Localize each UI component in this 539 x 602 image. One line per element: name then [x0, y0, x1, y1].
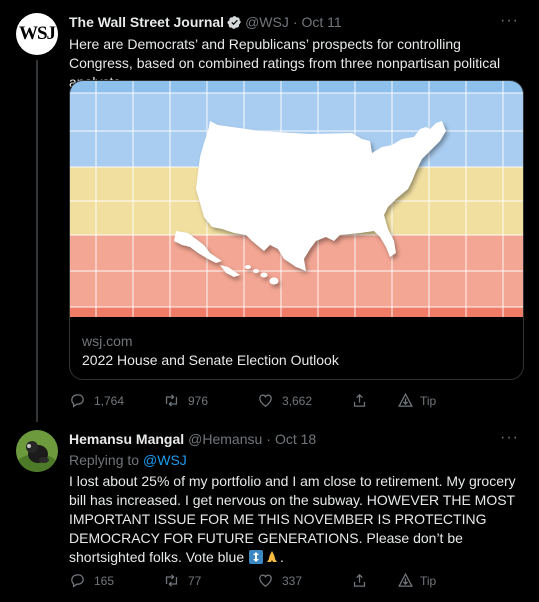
thread-line [36, 60, 38, 422]
up-down-arrow-emoji-icon [249, 550, 263, 564]
author-name[interactable]: The Wall Street Journal [69, 14, 224, 30]
tweet-reply[interactable]: Hemansu Mangal @Hemansu · Oct 18 ··· Rep… [0, 422, 539, 602]
tip-icon [398, 392, 413, 407]
more-options-icon[interactable]: ··· [500, 429, 519, 447]
retweet-icon [165, 394, 178, 407]
reply-icon [71, 394, 84, 408]
like-button[interactable]: 3,662 [257, 392, 351, 409]
handle[interactable]: @WSJ [245, 14, 289, 30]
retweet-button[interactable]: 976 [163, 392, 257, 409]
retweet-button[interactable]: 77 [163, 572, 257, 589]
avatar-image [16, 430, 58, 472]
replying-label: Replying to [69, 452, 140, 468]
tip-button[interactable]: Tip [397, 392, 491, 409]
retweet-count: 77 [188, 573, 202, 588]
replying-to: Replying to @WSJ [69, 452, 187, 468]
timestamp[interactable]: Oct 11 [302, 14, 342, 30]
reply-icon [71, 574, 84, 588]
tweet-actions: 1,764 976 3,662 Tip [69, 392, 491, 409]
tweet-header: The Wall Street Journal @WSJ · Oct 11 [69, 14, 342, 30]
tweet-text-body: I lost about 25% of my portfolio and I a… [69, 473, 516, 565]
avatar-label: WSJ [18, 23, 56, 44]
like-button[interactable]: 337 [257, 572, 351, 589]
replying-handle-link[interactable]: @WSJ [143, 452, 187, 468]
tip-label: Tip [420, 393, 437, 408]
share-icon [353, 393, 366, 407]
like-count: 337 [282, 573, 303, 588]
separator: · [266, 431, 271, 447]
separator: · [292, 14, 298, 30]
reply-button[interactable]: 1,764 [69, 392, 163, 409]
heart-icon [259, 574, 272, 587]
handle[interactable]: @Hemansu [188, 431, 262, 447]
reply-count: 1,764 [94, 393, 125, 408]
avatar[interactable]: WSJ [16, 13, 58, 55]
retweet-count: 976 [188, 393, 209, 408]
verified-badge-icon [227, 15, 241, 29]
share-button[interactable] [351, 392, 397, 409]
timestamp[interactable]: Oct 18 [275, 431, 316, 447]
more-options-icon[interactable]: ··· [500, 12, 519, 30]
link-card[interactable]: wsj.com 2022 House and Senate Election O… [69, 80, 524, 380]
tip-button[interactable]: Tip [397, 572, 491, 589]
reply-count: 165 [94, 573, 115, 588]
tweet-header: Hemansu Mangal @Hemansu · Oct 18 [69, 431, 316, 447]
tweet-actions: 165 77 337 Tip [69, 572, 491, 589]
heart-icon [259, 394, 272, 407]
folded-hands-emoji-icon [265, 550, 279, 564]
tweet-text: I lost about 25% of my portfolio and I a… [69, 472, 525, 567]
share-button[interactable] [351, 572, 397, 589]
card-domain: wsj.com [82, 333, 133, 349]
tip-label: Tip [420, 573, 437, 588]
reply-button[interactable]: 165 [69, 572, 163, 589]
like-count: 3,662 [282, 393, 313, 408]
card-image-us-map [70, 81, 523, 317]
author-name[interactable]: Hemansu Mangal [69, 431, 184, 447]
tweet-wsj[interactable]: WSJ The Wall Street Journal @WSJ · Oct 1… [0, 0, 539, 422]
retweet-icon [165, 574, 178, 587]
avatar[interactable] [16, 430, 58, 472]
tip-icon [398, 572, 413, 587]
card-title: 2022 House and Senate Election Outlook [82, 352, 339, 368]
tweet-text-suffix: . [280, 549, 284, 565]
share-icon [353, 573, 366, 587]
